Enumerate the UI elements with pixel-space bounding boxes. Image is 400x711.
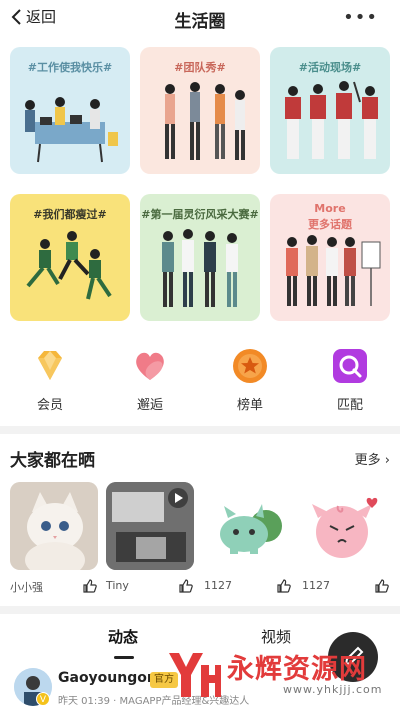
thumbs-up-icon[interactable] (276, 578, 292, 594)
watermark-url: www.yhkjjj.com (283, 683, 383, 696)
topic-card-work[interactable]: #工作使我快乐# (10, 47, 130, 174)
menu-label: 邂逅 (136, 398, 163, 413)
thumbs-up-icon[interactable] (178, 578, 194, 594)
photo-meta: 1127 (204, 578, 292, 594)
tab-feed[interactable]: 动态 (108, 626, 138, 647)
photo-item[interactable]: 1127 (204, 482, 292, 593)
topic-title: #团队秀# (174, 61, 226, 74)
jigglypuff-sticker (312, 497, 378, 558)
section-divider (0, 426, 400, 434)
kitten-photo (10, 482, 98, 570)
heart-icon (136, 352, 164, 380)
menu-label: 会员 (36, 398, 63, 413)
photo-author: 1127 (204, 579, 232, 592)
topic-title-more: More (314, 202, 346, 215)
topic-title: #活动现场# (298, 61, 362, 74)
photo-meta: Tiny (106, 578, 194, 594)
menu-item-member[interactable]: 会员 (20, 346, 80, 413)
topic-card-fitness[interactable]: #我们都瘦过# (10, 194, 130, 321)
menu-item-encounter[interactable]: 邂逅 (120, 346, 180, 413)
menu-label: 榜单 (236, 398, 263, 413)
site-watermark: 永辉资源网 www.yhkjjj.com (165, 643, 400, 711)
section-divider (0, 606, 400, 614)
match-search-icon (333, 349, 367, 383)
share-more-link[interactable]: 更多 › (355, 449, 390, 468)
topic-title: #我们都瘦过# (33, 208, 107, 221)
photo-author: Tiny (106, 579, 129, 592)
photo-thumb[interactable] (302, 482, 390, 570)
thumbs-up-icon[interactable] (374, 578, 390, 594)
video-photo (106, 482, 194, 570)
watermark-logo-icon (169, 653, 221, 697)
bulbasaur-sticker (220, 504, 282, 554)
topic-card-team[interactable]: #团队秀# (140, 47, 260, 174)
more-options-icon[interactable]: ••• (343, 7, 378, 28)
photo-thumb[interactable] (204, 482, 292, 570)
presentation-illustration (286, 235, 381, 306)
medal-icon (233, 349, 267, 383)
more-label: 更多 (354, 453, 381, 468)
photo-carousel[interactable]: 小小强 Tiny 1127 1127 (10, 482, 400, 598)
photo-author: 1127 (302, 579, 330, 592)
share-section-header: 大家都在晒 更多 › (0, 446, 400, 471)
photo-item[interactable]: 小小强 (10, 482, 98, 594)
photo-thumb[interactable] (10, 482, 98, 570)
menu-label: 匹配 (336, 398, 363, 413)
photo-meta: 1127 (302, 578, 390, 594)
photo-author: 小小强 (10, 581, 43, 594)
topic-title: #第一届灵衍风采大赛# (141, 208, 259, 221)
runners-illustration (26, 231, 112, 300)
photo-item[interactable]: 1127 (302, 482, 390, 593)
thumbs-up-icon[interactable] (82, 578, 98, 594)
team-huddle-illustration (165, 82, 245, 160)
diamond-icon (38, 351, 62, 380)
topic-card-more[interactable]: More 更多话题 (270, 194, 390, 321)
top-bar: 返回 生活圈 ••• (0, 0, 400, 36)
office-team-illustration (25, 97, 118, 163)
photo-thumb[interactable] (106, 482, 194, 570)
topic-card-contest[interactable]: #第一届灵衍风采大赛# (140, 194, 260, 321)
chevron-right-icon: › (384, 453, 390, 468)
feature-menu: 会员 邂逅 榜单 匹配 (0, 346, 400, 416)
share-section-title: 大家都在晒 (10, 451, 95, 471)
page-title: 生活圈 (174, 12, 226, 32)
menu-item-match[interactable]: 匹配 (320, 346, 380, 413)
photo-item[interactable]: Tiny (106, 482, 194, 593)
menu-item-ranking[interactable]: 榜单 (220, 346, 280, 413)
business-people-illustration (162, 229, 238, 307)
topic-title: #工作使我快乐# (27, 61, 113, 74)
photo-meta: 小小强 (10, 578, 98, 594)
post-author[interactable]: Gaoyoungor (58, 670, 154, 686)
topic-card-event[interactable]: #活动现场# (270, 47, 390, 174)
verified-badge: V (36, 692, 50, 706)
active-tab-indicator (114, 656, 134, 659)
watermark-text: 永辉资源网 (227, 654, 367, 685)
hikers-illustration (285, 81, 378, 159)
